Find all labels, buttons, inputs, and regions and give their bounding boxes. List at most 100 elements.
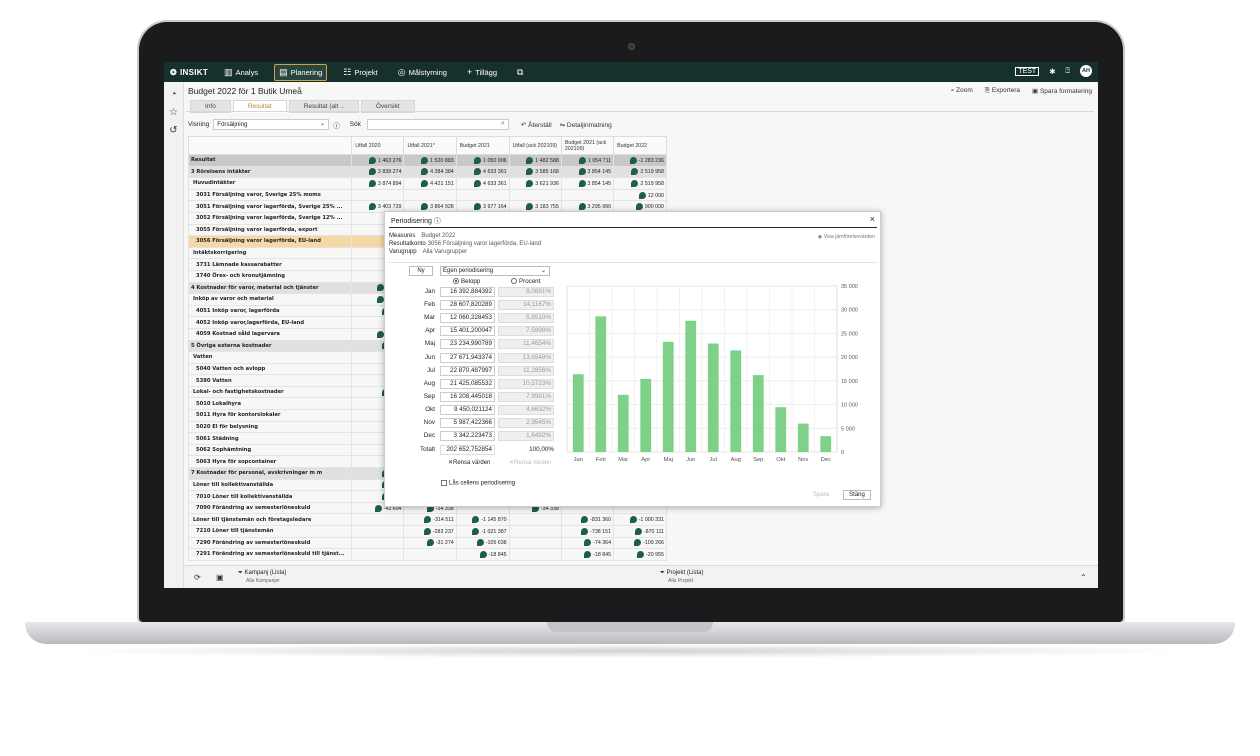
comment-icon[interactable] xyxy=(368,179,376,187)
grid-cell[interactable]: 1 520 883 xyxy=(403,154,457,167)
app-logo[interactable]: ❂ INSIKT xyxy=(170,68,208,77)
comment-icon[interactable] xyxy=(368,203,376,211)
grid-cell[interactable]: -31 274 xyxy=(403,536,457,550)
table-row[interactable]: Löner till tjänstemän och företagsledare… xyxy=(187,513,667,526)
grid-column-header[interactable]: Utfall 2020 xyxy=(351,136,405,155)
help-icon[interactable]: ⓘ xyxy=(434,218,441,225)
comment-icon[interactable] xyxy=(581,527,589,535)
lock-periodization-checkbox[interactable]: Lås cellens periodisering xyxy=(441,480,515,487)
refresh-icon[interactable]: ⟳ xyxy=(194,573,201,582)
chevron-up-icon[interactable]: ⌃ xyxy=(1080,573,1087,582)
comment-icon[interactable] xyxy=(476,539,484,547)
grid-cell[interactable]: -1 145 870 xyxy=(455,513,510,526)
grid-cell[interactable] xyxy=(560,188,615,202)
reset-button[interactable]: ↶ Återställ xyxy=(521,121,552,129)
comment-icon[interactable] xyxy=(581,516,589,524)
grid-cell[interactable] xyxy=(351,188,405,202)
nav-projekt[interactable]: ☷ Projekt xyxy=(339,65,381,80)
month-value-input[interactable]: 23 234,990789 xyxy=(440,339,495,350)
grid-cell[interactable]: -20 955 xyxy=(613,548,667,561)
grid-cell[interactable]: -18 845 xyxy=(560,548,615,561)
grid-cell[interactable]: 4 633 361 xyxy=(455,165,510,179)
comment-icon[interactable] xyxy=(526,203,534,211)
info-icon[interactable]: ⓘ xyxy=(333,120,340,130)
grid-cell[interactable] xyxy=(351,525,405,538)
grid-cell[interactable] xyxy=(351,548,405,561)
grid-column-header[interactable]: Utfall (ack 202109) xyxy=(508,136,562,155)
star-icon[interactable]: ☆ xyxy=(164,107,183,118)
grid-cell[interactable] xyxy=(508,188,562,202)
grid-cell[interactable]: 1 463 276 xyxy=(351,154,405,167)
grid-cell[interactable]: 3 621 936 xyxy=(508,177,562,190)
visning-select[interactable]: Försäljning ⌄ xyxy=(213,119,330,130)
comment-icon[interactable] xyxy=(426,539,434,547)
radio-procent[interactable]: Procent xyxy=(511,278,540,285)
month-value-input[interactable]: 16 208,445018 xyxy=(440,391,495,402)
radio-belopp[interactable]: Belopp xyxy=(453,278,480,285)
grid-cell[interactable]: -74 364 xyxy=(560,536,615,550)
month-value-input[interactable]: 28 607,820289 xyxy=(440,300,495,311)
comment-icon[interactable] xyxy=(424,516,432,524)
month-value-input[interactable]: 16 392,884392 xyxy=(440,287,495,297)
detail-input-button[interactable]: ⇋ Detaljinmatning xyxy=(560,121,612,129)
comment-icon[interactable] xyxy=(421,156,429,164)
comment-icon[interactable] xyxy=(629,516,637,524)
grid-cell[interactable] xyxy=(403,188,457,202)
nav-planering[interactable]: ▤ Planering xyxy=(274,63,328,81)
close-icon[interactable]: × xyxy=(870,214,875,224)
comment-icon[interactable] xyxy=(638,191,646,199)
grid-cell[interactable]: 3 585 168 xyxy=(508,165,562,179)
table-row[interactable]: 3 Rörelsens intäkter 3 838 274 4 384 384 4 … xyxy=(187,165,667,179)
nav-tillagg[interactable]: + Tillägg xyxy=(463,65,501,79)
grid-column-header[interactable] xyxy=(187,136,353,155)
grid-cell[interactable]: -1 000 331 xyxy=(613,513,667,526)
month-value-input[interactable]: 12 060,228453 xyxy=(440,313,495,324)
grid-column-header[interactable]: Budget 2021 (ack 202109) xyxy=(560,136,615,155)
grid-cell[interactable]: 1 054 711 xyxy=(560,154,615,167)
comment-icon[interactable] xyxy=(472,527,480,535)
comment-icon[interactable] xyxy=(474,168,482,176)
help-icon[interactable]: ⍰ xyxy=(1066,66,1071,76)
comment-icon[interactable] xyxy=(629,156,637,164)
grid-cell[interactable]: 12 000 xyxy=(613,188,667,202)
save-icon[interactable]: ▣ xyxy=(216,573,224,582)
comment-icon[interactable] xyxy=(479,550,487,558)
grid-cell[interactable]: -314 511 xyxy=(403,513,457,526)
new-button[interactable]: Ny xyxy=(409,266,433,276)
grid-cell[interactable]: 3 854 145 xyxy=(560,165,615,179)
comment-icon[interactable] xyxy=(584,539,592,547)
comment-icon[interactable] xyxy=(368,156,376,164)
comment-icon[interactable] xyxy=(474,179,482,187)
comment-icon[interactable] xyxy=(584,550,592,558)
grid-cell[interactable]: -831 360 xyxy=(560,513,615,526)
clear-values-button[interactable]: ✕Rensa värden xyxy=(448,459,490,466)
grid-cell[interactable]: 1 482 588 xyxy=(508,154,562,167)
comment-icon[interactable] xyxy=(526,168,534,176)
grid-cell[interactable] xyxy=(351,513,405,526)
table-row[interactable]: 7291 Förändring av semesterlöneskuld til… xyxy=(187,548,667,561)
table-row[interactable]: Resultat 1 463 276 1 520 883 1 050 006 1 482… xyxy=(187,154,667,167)
grid-cell[interactable] xyxy=(508,525,562,538)
comment-icon[interactable] xyxy=(578,203,586,211)
grid-cell[interactable]: 2 519 958 xyxy=(613,177,667,190)
gear-icon[interactable]: ✱ xyxy=(1049,67,1055,76)
comment-icon[interactable] xyxy=(635,203,643,211)
table-row[interactable]: 7290 Förändring av semesterlöneskuld -31 … xyxy=(187,536,667,550)
grid-cell[interactable]: -18 845 xyxy=(455,548,510,561)
table-row[interactable]: Huvudintäkter 3 874 894 4 421 151 4 633 361… xyxy=(187,177,667,190)
comment-icon[interactable] xyxy=(423,527,431,535)
month-value-input[interactable]: 3 342,223473 xyxy=(440,431,495,442)
comment-icon[interactable] xyxy=(631,179,639,187)
month-value-input[interactable]: 9 450,021124 xyxy=(440,404,495,415)
comment-icon[interactable] xyxy=(631,168,639,176)
comment-icon[interactable] xyxy=(474,156,482,164)
grid-column-header[interactable]: Budget 2021 xyxy=(455,136,510,155)
show-compare-toggle[interactable]: ◉ Visa jämförelsevärden xyxy=(818,234,875,240)
grid-cell[interactable]: 4 633 361 xyxy=(455,177,510,190)
comment-icon[interactable] xyxy=(578,179,586,187)
save-format-button[interactable]: ▣ Spara formatering xyxy=(1032,87,1092,95)
month-value-input[interactable]: 5 987,422366 xyxy=(440,418,495,428)
comment-icon[interactable] xyxy=(578,168,586,176)
comment-icon[interactable] xyxy=(474,203,482,211)
comment-icon[interactable] xyxy=(374,504,382,512)
